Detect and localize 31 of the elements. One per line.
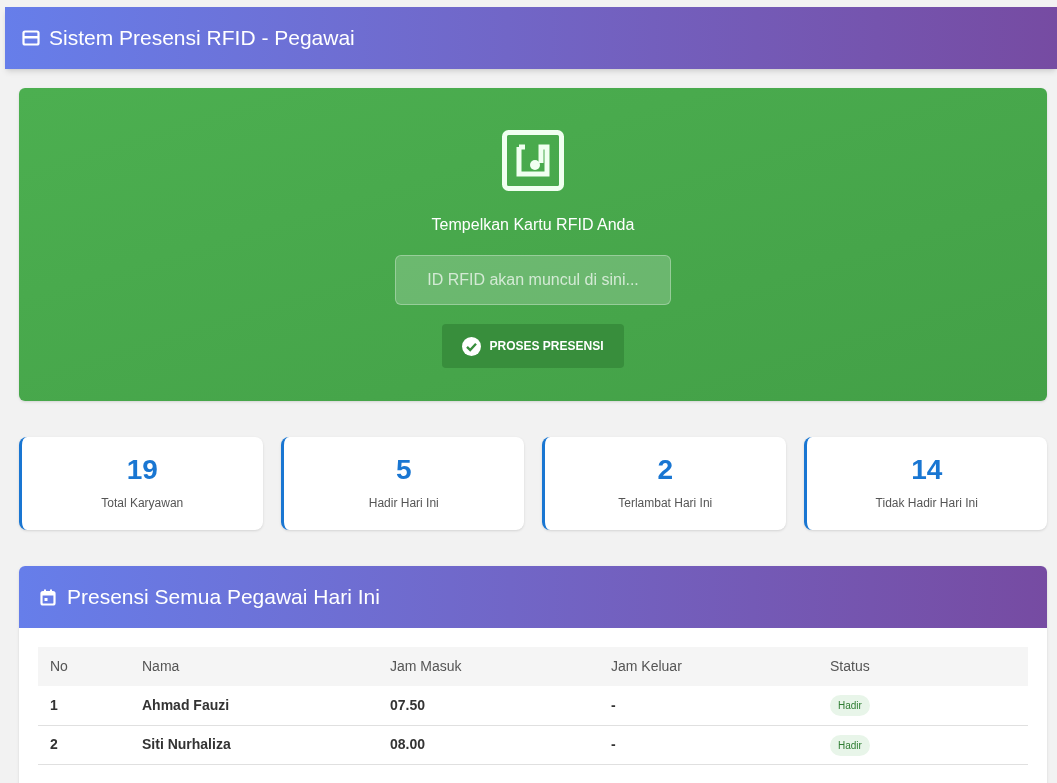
status-badge: Hadir xyxy=(830,695,870,717)
stat-value: 14 xyxy=(911,455,943,484)
stat-label: Total Karyawan xyxy=(101,494,184,512)
table-cell: 2 xyxy=(50,736,58,752)
app-title: Sistem Presensi RFID - Pegawai xyxy=(49,25,355,52)
check-circle-icon xyxy=(462,336,482,356)
panel-title: Presensi Semua Pegawai Hari Ini xyxy=(67,584,380,611)
stat-label: Tidak Hadir Hari Ini xyxy=(875,494,978,512)
rfid-icon xyxy=(502,130,564,191)
scan-prompt: Tempelkan Kartu RFID Anda xyxy=(431,215,635,235)
calendar-icon xyxy=(40,588,56,606)
table-cell: 07.50 xyxy=(390,696,426,713)
stat-value: 19 xyxy=(126,455,158,484)
stat-label: Hadir Hari Ini xyxy=(368,494,439,512)
column-header: Jam Keluar xyxy=(611,658,682,674)
status-badge: Hadir xyxy=(830,734,870,756)
table-cell: - xyxy=(611,696,616,713)
stat-value: 5 xyxy=(395,455,412,484)
column-header: Nama xyxy=(142,658,180,674)
stat-label: Terlambat Hari Ini xyxy=(618,494,713,512)
table-cell: Ahmad Fauzi xyxy=(142,696,230,713)
process-button[interactable]: PROSES PRESENSI xyxy=(442,324,624,368)
card-icon xyxy=(22,30,40,46)
column-header: Jam Masuk xyxy=(390,658,462,674)
table-cell: 08.00 xyxy=(390,736,426,752)
table-cell: Siti Nurhaliza xyxy=(142,736,231,752)
column-header: No xyxy=(50,658,68,674)
stat-value: 2 xyxy=(657,455,674,484)
column-header: Status xyxy=(830,658,870,674)
table-cell: - xyxy=(611,736,616,752)
table-cell: 1 xyxy=(50,696,58,713)
